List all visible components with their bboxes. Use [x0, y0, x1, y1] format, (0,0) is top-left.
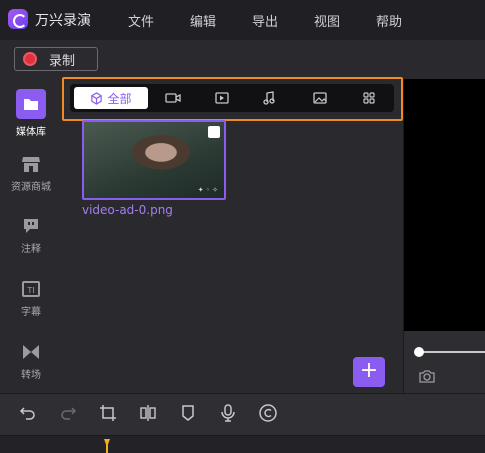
filter-tab-audio[interactable] — [254, 87, 284, 109]
filter-tab-play[interactable] — [207, 87, 237, 109]
split-icon[interactable] — [138, 403, 158, 423]
sidebar-item-label: 转场 — [21, 370, 41, 381]
image-icon — [313, 92, 327, 104]
menu-help[interactable]: 帮助 — [376, 11, 402, 30]
music-note-icon — [263, 91, 275, 105]
video-camera-icon — [165, 93, 181, 103]
filter-tab-video[interactable] — [158, 87, 188, 109]
filter-tab-all[interactable]: 全部 — [74, 87, 148, 109]
filter-tab-all-label: 全部 — [107, 91, 132, 106]
menu-bar: 万兴录演 文件 编辑 导出 视图 帮助 — [0, 0, 485, 40]
cube-icon — [91, 91, 103, 105]
sidebar: 媒体库 资源商城 注释 TI 字幕 转场 — [0, 80, 62, 392]
thumbnail-watermark: ✦ ◦ ✧ — [197, 186, 218, 194]
menu-edit[interactable]: 编辑 — [190, 11, 216, 30]
filter-tab-other[interactable] — [354, 87, 384, 109]
folder-icon — [16, 89, 46, 119]
annotation-icon — [24, 219, 38, 233]
sidebar-item-label: 字幕 — [21, 307, 41, 318]
playhead-line — [106, 444, 108, 453]
preview-canvas — [404, 79, 485, 331]
app-title: 万兴录演 — [35, 13, 91, 29]
camera-icon[interactable] — [418, 368, 436, 384]
progress-slider-handle[interactable] — [414, 347, 424, 357]
undo-icon[interactable] — [18, 403, 38, 423]
filter-tab-image[interactable] — [305, 87, 335, 109]
sidebar-item-caption[interactable]: TI 字幕 — [0, 279, 62, 318]
record-button[interactable]: 录制 — [14, 47, 98, 71]
microphone-icon[interactable] — [218, 403, 238, 423]
sidebar-item-label: 媒体库 — [16, 127, 46, 138]
sidebar-item-resource-store[interactable]: 资源商城 — [0, 154, 62, 193]
menu-view[interactable]: 视图 — [314, 11, 340, 30]
play-icon — [215, 92, 229, 104]
media-filename: video-ad-0.png — [82, 203, 173, 217]
store-icon — [22, 157, 40, 172]
progress-slider[interactable] — [418, 351, 485, 353]
crop-icon[interactable] — [98, 403, 118, 423]
app-logo-icon — [8, 9, 28, 29]
redo-icon[interactable] — [58, 403, 78, 423]
menu-file[interactable]: 文件 — [128, 11, 154, 30]
sidebar-item-label: 注释 — [21, 244, 41, 255]
media-thumbnail[interactable]: ✦ ◦ ✧ — [82, 120, 226, 200]
sidebar-item-annotation[interactable]: 注释 — [0, 216, 62, 255]
transition-icon — [23, 345, 39, 359]
sidebar-item-transition[interactable]: 转场 — [0, 342, 62, 381]
sidebar-item-label: 资源商城 — [11, 182, 51, 193]
grid-icon — [363, 92, 375, 104]
record-label: 录制 — [49, 53, 76, 69]
sidebar-item-media-library[interactable]: 媒体库 — [0, 89, 62, 138]
media-filter-bar: 全部 — [70, 84, 394, 112]
record-dot-icon — [23, 52, 37, 66]
add-media-button[interactable]: + — [353, 357, 385, 387]
marker-icon[interactable] — [178, 403, 198, 423]
preview-controls — [404, 331, 485, 393]
caption-icon: TI — [22, 281, 40, 297]
image-type-icon — [208, 126, 220, 138]
timeline[interactable] — [0, 435, 485, 453]
copyright-icon[interactable] — [258, 403, 278, 423]
menu-export[interactable]: 导出 — [252, 11, 278, 30]
svg-text:TI: TI — [26, 286, 34, 295]
